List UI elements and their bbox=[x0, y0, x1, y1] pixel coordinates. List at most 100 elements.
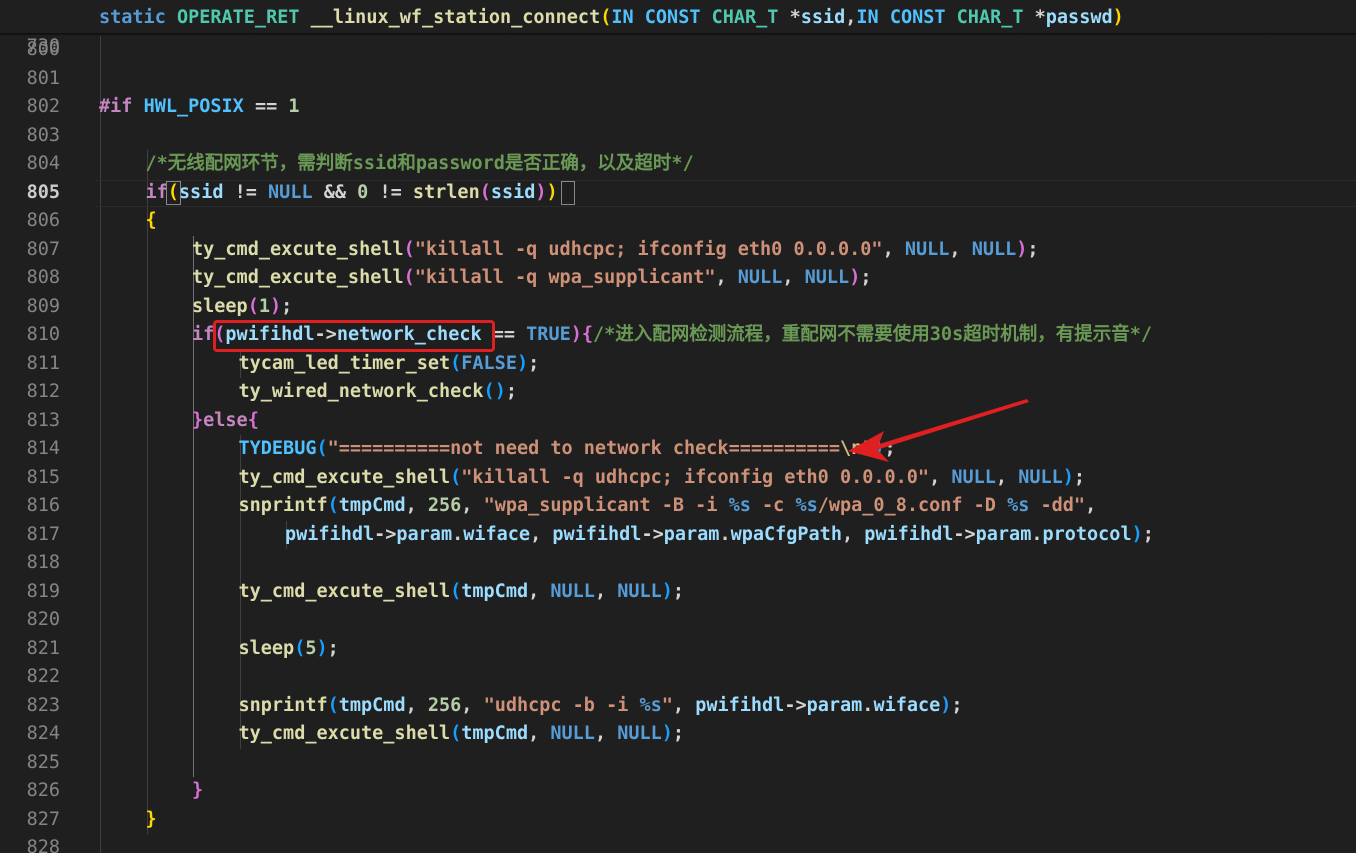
code-token: " bbox=[862, 438, 874, 459]
code-token: ) bbox=[661, 580, 673, 602]
code-token: NULL bbox=[737, 267, 783, 288]
code-token: , bbox=[841, 523, 865, 545]
code-line[interactable]: 816 snprintf(tmpCmd, 256, "wpa_supplicant… bbox=[0, 492, 1356, 521]
code-token: , bbox=[594, 723, 618, 744]
code-line[interactable]: 806 { bbox=[0, 207, 1356, 236]
line-code: sleep(5); bbox=[239, 635, 339, 664]
code-line[interactable]: 810 if(pwifihdl->network_check == TRUE){/… bbox=[0, 321, 1356, 350]
code-line[interactable]: 824 ty_cmd_excute_shell(tmpCmd, NULL, NUL… bbox=[0, 720, 1356, 749]
sticky-scroll-header[interactable]: 730 static OPERATE_RET __linux_wf_statio… bbox=[0, 4, 1356, 57]
line-number: 806 bbox=[26, 210, 60, 231]
code-token: * bbox=[789, 7, 801, 28]
code-token: ty_cmd_excute_shell bbox=[238, 580, 451, 602]
code-token: ) bbox=[873, 438, 885, 459]
code-line[interactable]: 800 bbox=[0, 36, 1356, 65]
code-token: -> bbox=[784, 694, 807, 716]
code-line[interactable]: 805 if(ssid != NULL && 0 != strlen(ssid)) bbox=[0, 179, 1356, 208]
code-token: 1 bbox=[258, 295, 270, 317]
code-token: IN bbox=[611, 7, 645, 28]
line-code: ty_cmd_excute_shell(tmpCmd, NULL, NULL); bbox=[239, 720, 685, 749]
code-token: pwifihdl bbox=[285, 523, 375, 545]
code-line[interactable]: 822 bbox=[0, 663, 1356, 692]
code-line[interactable]: 817 pwifihdl->param.wiface, pwifihdl->par… bbox=[0, 521, 1356, 550]
code-line[interactable]: 809 sleep(1); bbox=[0, 293, 1356, 322]
code-line[interactable]: 814 TYDEBUG("==========not need to networ… bbox=[0, 435, 1356, 464]
code-token: ( bbox=[294, 637, 306, 659]
code-token: { bbox=[145, 210, 157, 231]
line-code: ty_cmd_excute_shell(tmpCmd, NULL, NULL); bbox=[239, 578, 685, 607]
code-token: __linux_wf_station_connect bbox=[310, 7, 601, 28]
code-token: , bbox=[1085, 495, 1097, 516]
code-line[interactable]: 825 bbox=[0, 749, 1356, 778]
code-token: tmpCmd bbox=[461, 723, 529, 744]
code-token: NULL bbox=[550, 723, 595, 744]
code-line[interactable]: 815 ty_cmd_excute_shell("killall -q udhcp… bbox=[0, 464, 1356, 493]
code-line[interactable]: 821 sleep(5); bbox=[0, 635, 1356, 664]
code-token: . bbox=[1031, 523, 1043, 545]
code-line[interactable]: 813}else{ bbox=[0, 407, 1356, 436]
code-token: ; bbox=[672, 723, 685, 744]
code-token: ty_cmd_excute_shell bbox=[238, 466, 451, 488]
code-token: tmpCmd bbox=[338, 495, 406, 516]
line-code: pwifihdl->param.wiface, pwifihdl->param.… bbox=[285, 521, 1154, 550]
code-editor[interactable]: 800 801 802 #if HWL_POSIX == 1 803 804 /*无线配网环… bbox=[0, 0, 1356, 853]
code-line[interactable]: 802 #if HWL_POSIX == 1 bbox=[0, 93, 1356, 122]
code-token: NULL bbox=[550, 580, 595, 602]
code-line[interactable]: 812 ty_wired_network_check(); bbox=[0, 378, 1356, 407]
code-line[interactable]: 803 bbox=[0, 122, 1356, 151]
code-token: %s bbox=[728, 495, 751, 516]
code-token: OPERATE_RET bbox=[176, 7, 311, 28]
code-token: , bbox=[845, 7, 857, 28]
code-token: sleep bbox=[238, 637, 295, 659]
code-token: , bbox=[461, 694, 484, 716]
line-number: 814 bbox=[26, 438, 60, 459]
code-token: HWL_POSIX bbox=[143, 96, 244, 117]
line-code: }else{ bbox=[192, 407, 259, 436]
code-token: -> bbox=[641, 523, 664, 545]
code-token: /*无线配网环节，需判断ssid和password是否正确，以及超时*/ bbox=[145, 153, 694, 174]
line-code: } bbox=[146, 806, 157, 835]
code-line[interactable]: 811 tycam_led_timer_set(FALSE); bbox=[0, 350, 1356, 379]
code-line[interactable]: 808 ty_cmd_excute_shell("killall -q wpa_s… bbox=[0, 264, 1356, 293]
code-token: \n bbox=[839, 438, 863, 459]
code-token: -dd" bbox=[1029, 495, 1086, 516]
code-token: , bbox=[672, 694, 696, 716]
line-code: snprintf(tmpCmd, 256, "wpa_supplicant -B… bbox=[239, 492, 1097, 521]
line-code: ty_wired_network_check(); bbox=[239, 378, 517, 407]
code-token: "killall -q wpa_supplicant" bbox=[414, 267, 716, 288]
code-line[interactable]: 826} bbox=[0, 777, 1356, 806]
code-token: CHAR_T bbox=[956, 7, 1035, 28]
code-token: -> bbox=[374, 523, 397, 545]
code-token: sleep bbox=[192, 295, 248, 317]
line-number: 822 bbox=[26, 666, 60, 687]
code-token: . bbox=[862, 694, 874, 716]
code-token: ) bbox=[516, 352, 529, 374]
code-token: ; bbox=[327, 637, 339, 659]
code-line[interactable]: 820 bbox=[0, 606, 1356, 635]
code-token: ) bbox=[1016, 238, 1028, 260]
code-line[interactable]: 823 snprintf(tmpCmd, 256, "udhcpc -b -i %… bbox=[0, 692, 1356, 721]
code-line[interactable]: 828 bbox=[0, 834, 1356, 853]
line-code: TYDEBUG("==========not need to network c… bbox=[239, 435, 896, 464]
code-token: NULL bbox=[951, 466, 996, 488]
code-line[interactable]: 804 /*无线配网环节，需判断ssid和password是否正确，以及超时*/ bbox=[0, 150, 1356, 179]
code-line[interactable]: 807 ty_cmd_excute_shell("killall -q udhcp… bbox=[0, 236, 1356, 265]
code-token: ) bbox=[494, 381, 506, 402]
line-number: 807 bbox=[26, 238, 60, 260]
code-line[interactable]: 801 bbox=[0, 65, 1356, 94]
code-token: 256 bbox=[427, 694, 462, 716]
code-token: %s bbox=[1007, 495, 1030, 516]
code-line[interactable]: 819 ty_cmd_excute_shell(tmpCmd, NULL, NUL… bbox=[0, 578, 1356, 607]
code-line[interactable]: 818 bbox=[0, 549, 1356, 578]
line-number: 818 bbox=[26, 552, 60, 573]
line-code: tycam_led_timer_set(FALSE); bbox=[239, 350, 540, 379]
line-number: 812 bbox=[26, 381, 60, 402]
code-token: ( bbox=[450, 723, 462, 744]
code-token: , bbox=[528, 580, 551, 602]
code-line[interactable]: 827} bbox=[0, 806, 1356, 835]
code-token: ; bbox=[672, 580, 685, 602]
line-code: } bbox=[192, 777, 203, 806]
line-code: ty_cmd_excute_shell("killall -q udhcpc; … bbox=[239, 464, 1086, 493]
code-token: && bbox=[312, 181, 358, 203]
code-token: passwd bbox=[1045, 7, 1113, 28]
